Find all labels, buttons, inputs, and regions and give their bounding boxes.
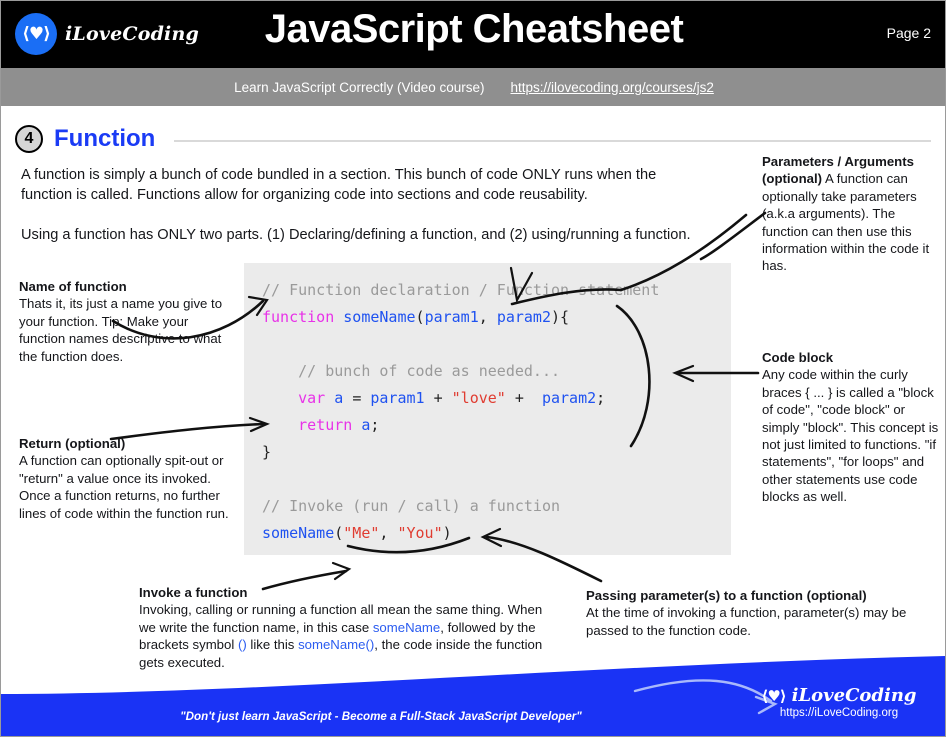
annotation-passing-parameters: Passing parameter(s) to a function (opti… [586, 587, 945, 639]
section-number-badge: 4 [15, 125, 43, 153]
annotation-invoke-code-2: () [237, 637, 247, 653]
annotation-code-block: Code block Any code within the curly bra… [762, 349, 945, 506]
page-number: Page 2 [886, 25, 931, 41]
subheader-bar: Learn JavaScript Correctly (Video course… [1, 68, 945, 106]
course-link[interactable]: https://ilovecoding.org/courses/js2 [511, 80, 714, 95]
intro-paragraph-2: Using a function has ONLY two parts. (1)… [21, 227, 691, 243]
annotation-passing-body: At the time of invoking a function, para… [586, 605, 907, 638]
annotation-parameters: Parameters / Arguments (optional) A func… [762, 153, 942, 275]
annotation-name-of-function: Name of function Thats it, its just a na… [19, 278, 224, 365]
annotation-return-body: A function can optionally spit-out or "r… [19, 453, 229, 521]
footer-code-heart-icon: ⟨♥⟩ [761, 686, 786, 705]
section-heading: 4 Function [15, 125, 931, 153]
intro-paragraph-1: A function is simply a bunch of code bun… [21, 167, 657, 203]
page-title: JavaScript Cheatsheet [264, 7, 684, 51]
cheatsheet-page: ⟨♥⟩ iLoveCoding JavaScript Cheatsheet Pa… [0, 0, 946, 737]
section-divider [174, 139, 931, 142]
section-title: Function [54, 125, 156, 152]
annotation-code-block-body: Any code within the curly braces { ... }… [762, 367, 939, 505]
annotation-invoke-code-3: someName() [298, 637, 375, 653]
footer-logo: ⟨♥⟩ iLoveCoding https://iLoveCoding.org [749, 685, 929, 719]
annotation-return: Return (optional) A function can optiona… [19, 435, 234, 522]
footer-tagline: "Don't just learn JavaScript - Become a … [180, 710, 582, 723]
annotation-invoke-body-3: like this [246, 637, 299, 653]
header-bar: ⟨♥⟩ iLoveCoding JavaScript Cheatsheet Pa… [1, 1, 945, 68]
intro-text: A function is simply a bunch of code bun… [21, 165, 711, 265]
annotation-name-title: Name of function [19, 279, 127, 294]
code-block: // Function declaration / Function state… [244, 263, 731, 555]
annotation-invoke-title: Invoke a function [139, 585, 248, 600]
annotation-return-title: Return (optional) [19, 436, 126, 451]
course-label: Learn JavaScript Correctly (Video course… [234, 79, 485, 95]
annotation-name-body: Thats it, its just a name you give to yo… [19, 296, 223, 364]
annotation-parameters-body: A function can optionally take parameter… [762, 171, 930, 274]
footer-url[interactable]: https://iLoveCoding.org [749, 707, 929, 719]
annotation-invoke-code-1: someName [372, 619, 441, 635]
footer-brand-name: iLoveCoding [791, 685, 917, 706]
arrow-invoke-head [331, 561, 352, 581]
code-content: // Function declaration / Function state… [262, 281, 660, 542]
annotation-code-block-title: Code block [762, 350, 834, 365]
annotation-passing-title: Passing parameter(s) to a function (opti… [586, 588, 867, 603]
